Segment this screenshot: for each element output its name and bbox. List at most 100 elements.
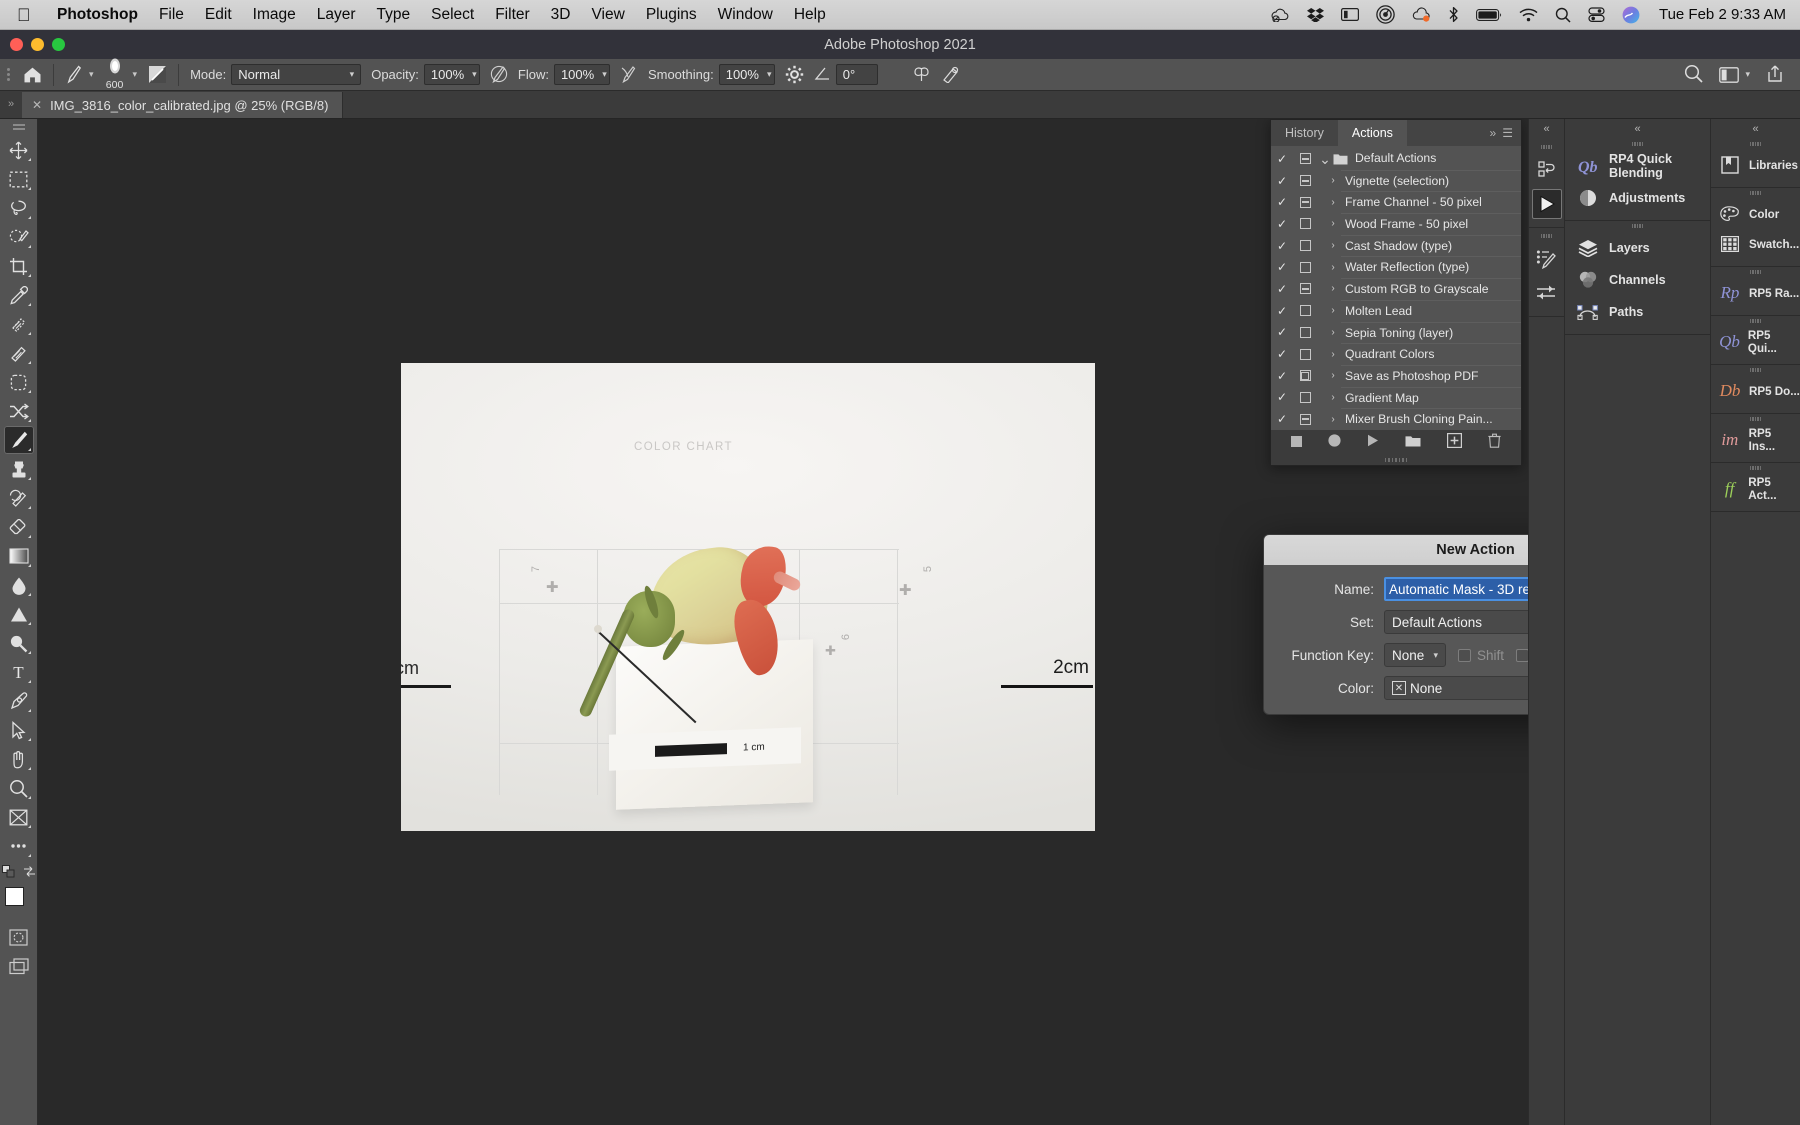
gradient-tool[interactable] [4,542,34,570]
document-tab[interactable]: ✕ IMG_3816_color_calibrated.jpg @ 25% (R… [22,92,344,118]
patch-tool[interactable] [4,368,34,396]
path-selection-tool[interactable] [4,716,34,744]
action-row[interactable]: ✓ › Molten Lead [1271,299,1521,322]
menu-type[interactable]: Type [366,6,421,24]
action-enabled-checkmark-icon[interactable]: ✓ [1271,239,1293,253]
chevron-right-icon[interactable]: › [1325,197,1341,208]
chevron-right-icon[interactable]: › [1325,392,1341,403]
brush-panel-icon[interactable] [143,65,172,84]
chevron-right-icon[interactable]: › [1325,218,1341,229]
play-icon[interactable] [1367,434,1379,452]
new-action-icon[interactable] [1447,432,1463,453]
collapse-dock-icon[interactable]: « [1565,119,1710,139]
pressure-opacity-icon[interactable] [485,65,513,84]
chevron-down-icon[interactable]: ▾ [89,69,94,80]
dock-grip[interactable] [1711,270,1800,274]
dock-grip[interactable] [1711,368,1800,372]
history-panel-icon[interactable] [1532,155,1562,185]
chevron-right-icon[interactable]: › [1325,370,1341,381]
collapse-dock-icon[interactable]: « [1711,119,1800,139]
panel-rp5-ra[interactable]: Rp RP5 Ra... [1711,278,1800,308]
toolbar-grip[interactable] [12,122,25,132]
action-row[interactable]: ✓ ⌄ Default Actions [1271,148,1521,170]
action-row[interactable]: ✓ › Vignette (selection) [1271,169,1521,192]
action-enabled-checkmark-icon[interactable]: ✓ [1271,390,1293,404]
chevron-right-icon[interactable]: › [1325,262,1341,273]
panel-menu-icon[interactable]: ☰ [1502,126,1513,140]
panel-rp5-act[interactable]: ff RP5 Act... [1711,474,1800,504]
dock-grip[interactable] [1540,234,1553,238]
chevron-right-icon[interactable]: › [1325,349,1341,360]
action-row[interactable]: ✓ › Cast Shadow (type) [1271,234,1521,257]
panel-swatches[interactable]: Swatch... [1711,229,1800,259]
menu-filter[interactable]: Filter [485,6,540,24]
brush-size-preview[interactable]: 600 [99,58,131,91]
gear-icon[interactable] [780,65,809,84]
action-dialog-toggle-icon[interactable] [1293,348,1317,360]
menu-file[interactable]: File [148,6,194,24]
onedrive-icon[interactable] [1412,7,1431,22]
dock-grip[interactable] [1565,142,1710,146]
dock-grip[interactable] [1711,417,1800,421]
airbrush-icon[interactable] [615,65,643,84]
minimize-window-button[interactable] [31,38,44,51]
action-dialog-toggle-icon[interactable] [1293,391,1317,403]
properties-sliders-icon[interactable] [1532,278,1562,308]
lasso-tool[interactable] [4,194,34,222]
double-chevron-right-icon[interactable]: » [1490,126,1497,140]
eyedropper-tool[interactable] [4,281,34,309]
new-set-icon[interactable] [1405,434,1421,452]
action-dialog-toggle-icon[interactable] [1293,413,1317,425]
type-tool[interactable]: T [4,658,34,686]
panel-rp5-do[interactable]: Db RP5 Do... [1711,376,1800,406]
action-dialog-toggle-icon[interactable] [1293,240,1317,252]
swap-colors-icon[interactable] [23,865,36,883]
action-enabled-checkmark-icon[interactable]: ✓ [1271,152,1293,166]
action-name-input[interactable]: Automatic Mask - 3D reconstruction [1384,577,1528,601]
menu-layer[interactable]: Layer [306,6,366,24]
siri-icon[interactable] [1622,6,1640,24]
menu-plugins[interactable]: Plugins [635,6,707,24]
panel-rp5-ins[interactable]: im RP5 Ins... [1711,425,1800,455]
zoom-tool[interactable] [4,774,34,802]
action-enabled-checkmark-icon[interactable]: ✓ [1271,412,1293,426]
action-dialog-toggle-icon[interactable] [1293,326,1317,338]
action-enabled-checkmark-icon[interactable]: ✓ [1271,347,1293,361]
dock-grip[interactable] [1711,142,1800,146]
menu-bar-clock[interactable]: Tue Feb 2 9:33 AM [1657,6,1786,23]
chevron-right-icon[interactable]: › [1325,175,1341,186]
dock-grip[interactable] [1565,224,1710,228]
close-icon[interactable]: ✕ [32,98,42,112]
chevron-right-icon[interactable]: › [1325,327,1341,338]
control-center-icon[interactable] [1588,7,1605,22]
healing-brush-tool[interactable] [4,339,34,367]
panel-channels[interactable]: Channels [1565,264,1710,296]
zoom-magnifier-tool[interactable] [4,629,34,657]
frame-tool[interactable] [4,803,34,831]
clone-stamp-tool[interactable] [4,455,34,483]
symmetry-butterfly-icon[interactable] [907,66,936,83]
battery-icon[interactable] [1476,8,1502,22]
chevron-right-icon[interactable]: › [1325,305,1341,316]
collapse-dock-icon[interactable]: « [1543,119,1549,139]
menu-select[interactable]: Select [421,6,485,24]
panel-color[interactable]: Color [1711,199,1800,229]
function-key-select[interactable]: None ▾ [1384,643,1446,667]
panel-rp5-qui[interactable]: Qb RP5 Qui... [1711,327,1800,357]
action-row[interactable]: ✓ › Custom RGB to Grayscale [1271,278,1521,300]
action-row[interactable]: ✓ › Water Reflection (type) [1271,256,1521,278]
tab-history[interactable]: History [1271,120,1338,146]
foreground-color-swatch[interactable] [4,887,24,906]
tablet-pressure-icon[interactable] [936,66,965,83]
quick-mask-icon[interactable] [4,923,34,951]
panel-libraries[interactable]: Libraries [1711,150,1800,180]
action-dialog-toggle-icon[interactable] [1293,261,1317,273]
set-select[interactable]: Default Actions ▾ [1384,610,1528,634]
action-row[interactable]: ✓ › Gradient Map [1271,386,1521,409]
default-colors-icon[interactable] [1,865,15,883]
new-action-dialog[interactable]: New Action Name: Automatic Mask - 3D rec… [1263,534,1528,715]
action-dialog-toggle-icon[interactable] [1293,283,1317,295]
home-icon[interactable] [18,66,47,84]
dock-grip[interactable] [1711,466,1800,470]
brush-preset-picker[interactable]: ▾ [60,65,99,84]
